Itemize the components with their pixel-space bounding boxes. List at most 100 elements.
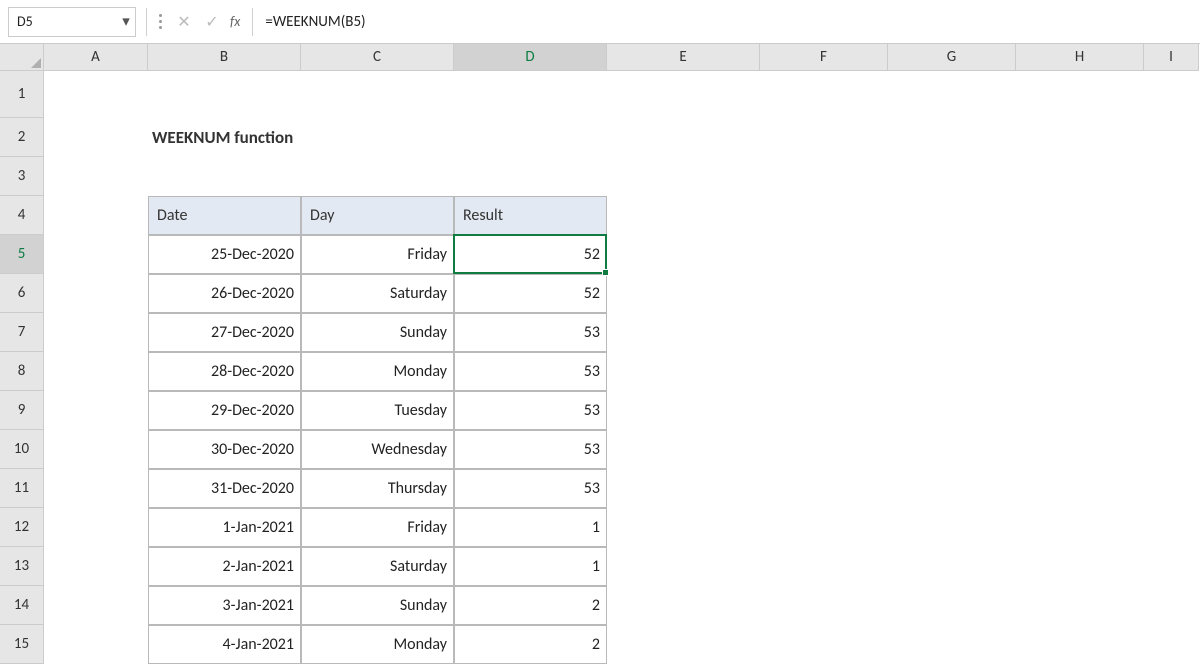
cell-I10[interactable] (1144, 430, 1199, 469)
cell-A4[interactable] (44, 196, 148, 235)
cell-F15[interactable] (760, 625, 888, 664)
cell-I9[interactable] (1144, 391, 1199, 430)
cell-C14[interactable]: Sunday (301, 586, 454, 625)
cell-B12[interactable]: 1-Jan-2021 (148, 508, 301, 547)
cell-E12[interactable] (607, 508, 760, 547)
cell-C1[interactable] (301, 71, 454, 118)
cell-H2[interactable] (1016, 118, 1144, 157)
cell-E1[interactable] (607, 71, 760, 118)
cell-E5[interactable] (607, 235, 760, 274)
row-header-11[interactable]: 11 (0, 469, 44, 508)
cell-D4[interactable]: Result (454, 196, 607, 235)
cell-I8[interactable] (1144, 352, 1199, 391)
cell-I6[interactable] (1144, 274, 1199, 313)
cell-D14[interactable]: 2 (454, 586, 607, 625)
row-header-7[interactable]: 7 (0, 313, 44, 352)
cell-A13[interactable] (44, 547, 148, 586)
fx-icon[interactable]: fx (230, 13, 240, 30)
row-header-2[interactable]: 2 (0, 118, 44, 157)
column-header-G[interactable]: G (888, 44, 1016, 71)
cell-B9[interactable]: 29-Dec-2020 (148, 391, 301, 430)
cell-F4[interactable] (760, 196, 888, 235)
cell-C5[interactable]: Friday (301, 235, 454, 274)
cell-G6[interactable] (888, 274, 1016, 313)
cell-E14[interactable] (607, 586, 760, 625)
row-header-10[interactable]: 10 (0, 430, 44, 469)
cell-B7[interactable]: 27-Dec-2020 (148, 313, 301, 352)
cell-B4[interactable]: Date (148, 196, 301, 235)
cell-A6[interactable] (44, 274, 148, 313)
cell-E3[interactable] (607, 157, 760, 196)
column-header-E[interactable]: E (607, 44, 760, 71)
cell-E9[interactable] (607, 391, 760, 430)
cell-D6[interactable]: 52 (454, 274, 607, 313)
cell-D5[interactable]: 52 (454, 235, 607, 274)
cell-G2[interactable] (888, 118, 1016, 157)
column-header-H[interactable]: H (1016, 44, 1144, 71)
drag-handle-icon[interactable] (159, 14, 162, 29)
cell-D12[interactable]: 1 (454, 508, 607, 547)
cell-B5[interactable]: 25-Dec-2020 (148, 235, 301, 274)
cell-C6[interactable]: Saturday (301, 274, 454, 313)
cell-B8[interactable]: 28-Dec-2020 (148, 352, 301, 391)
cell-C12[interactable]: Friday (301, 508, 454, 547)
cell-H5[interactable] (1016, 235, 1144, 274)
cell-I12[interactable] (1144, 508, 1199, 547)
cell-B13[interactable]: 2-Jan-2021 (148, 547, 301, 586)
cell-B2[interactable]: WEEKNUM function (148, 118, 301, 157)
cell-H15[interactable] (1016, 625, 1144, 664)
cell-H10[interactable] (1016, 430, 1144, 469)
cancel-formula-button[interactable]: ✕ (170, 8, 198, 36)
cell-C3[interactable] (301, 157, 454, 196)
cell-D9[interactable]: 53 (454, 391, 607, 430)
cell-A9[interactable] (44, 391, 148, 430)
cell-C13[interactable]: Saturday (301, 547, 454, 586)
cell-H6[interactable] (1016, 274, 1144, 313)
cell-G12[interactable] (888, 508, 1016, 547)
cell-A14[interactable] (44, 586, 148, 625)
cell-C10[interactable]: Wednesday (301, 430, 454, 469)
cell-C11[interactable]: Thursday (301, 469, 454, 508)
cell-G14[interactable] (888, 586, 1016, 625)
cell-B14[interactable]: 3-Jan-2021 (148, 586, 301, 625)
cell-I3[interactable] (1144, 157, 1199, 196)
cell-D11[interactable]: 53 (454, 469, 607, 508)
cell-F11[interactable] (760, 469, 888, 508)
cell-H9[interactable] (1016, 391, 1144, 430)
cell-C8[interactable]: Monday (301, 352, 454, 391)
cell-G8[interactable] (888, 352, 1016, 391)
cell-B10[interactable]: 30-Dec-2020 (148, 430, 301, 469)
cell-F9[interactable] (760, 391, 888, 430)
cell-G11[interactable] (888, 469, 1016, 508)
cell-E11[interactable] (607, 469, 760, 508)
column-header-F[interactable]: F (760, 44, 888, 71)
cell-D1[interactable] (454, 71, 607, 118)
column-header-I[interactable]: I (1144, 44, 1199, 71)
cell-G4[interactable] (888, 196, 1016, 235)
cell-D15[interactable]: 2 (454, 625, 607, 664)
cell-D7[interactable]: 53 (454, 313, 607, 352)
cell-I11[interactable] (1144, 469, 1199, 508)
cell-A15[interactable] (44, 625, 148, 664)
cell-H8[interactable] (1016, 352, 1144, 391)
cell-D10[interactable]: 53 (454, 430, 607, 469)
cell-B11[interactable]: 31-Dec-2020 (148, 469, 301, 508)
select-all-button[interactable] (0, 44, 44, 71)
cell-F8[interactable] (760, 352, 888, 391)
cell-I4[interactable] (1144, 196, 1199, 235)
cell-H4[interactable] (1016, 196, 1144, 235)
cell-D3[interactable] (454, 157, 607, 196)
cell-G15[interactable] (888, 625, 1016, 664)
cell-I5[interactable] (1144, 235, 1199, 274)
cell-F10[interactable] (760, 430, 888, 469)
cell-I2[interactable] (1144, 118, 1199, 157)
cell-I7[interactable] (1144, 313, 1199, 352)
cell-A1[interactable] (44, 71, 148, 118)
cell-E6[interactable] (607, 274, 760, 313)
row-header-9[interactable]: 9 (0, 391, 44, 430)
column-header-C[interactable]: C (301, 44, 454, 71)
cell-F12[interactable] (760, 508, 888, 547)
cell-G1[interactable] (888, 71, 1016, 118)
cell-E15[interactable] (607, 625, 760, 664)
cell-A2[interactable] (44, 118, 148, 157)
